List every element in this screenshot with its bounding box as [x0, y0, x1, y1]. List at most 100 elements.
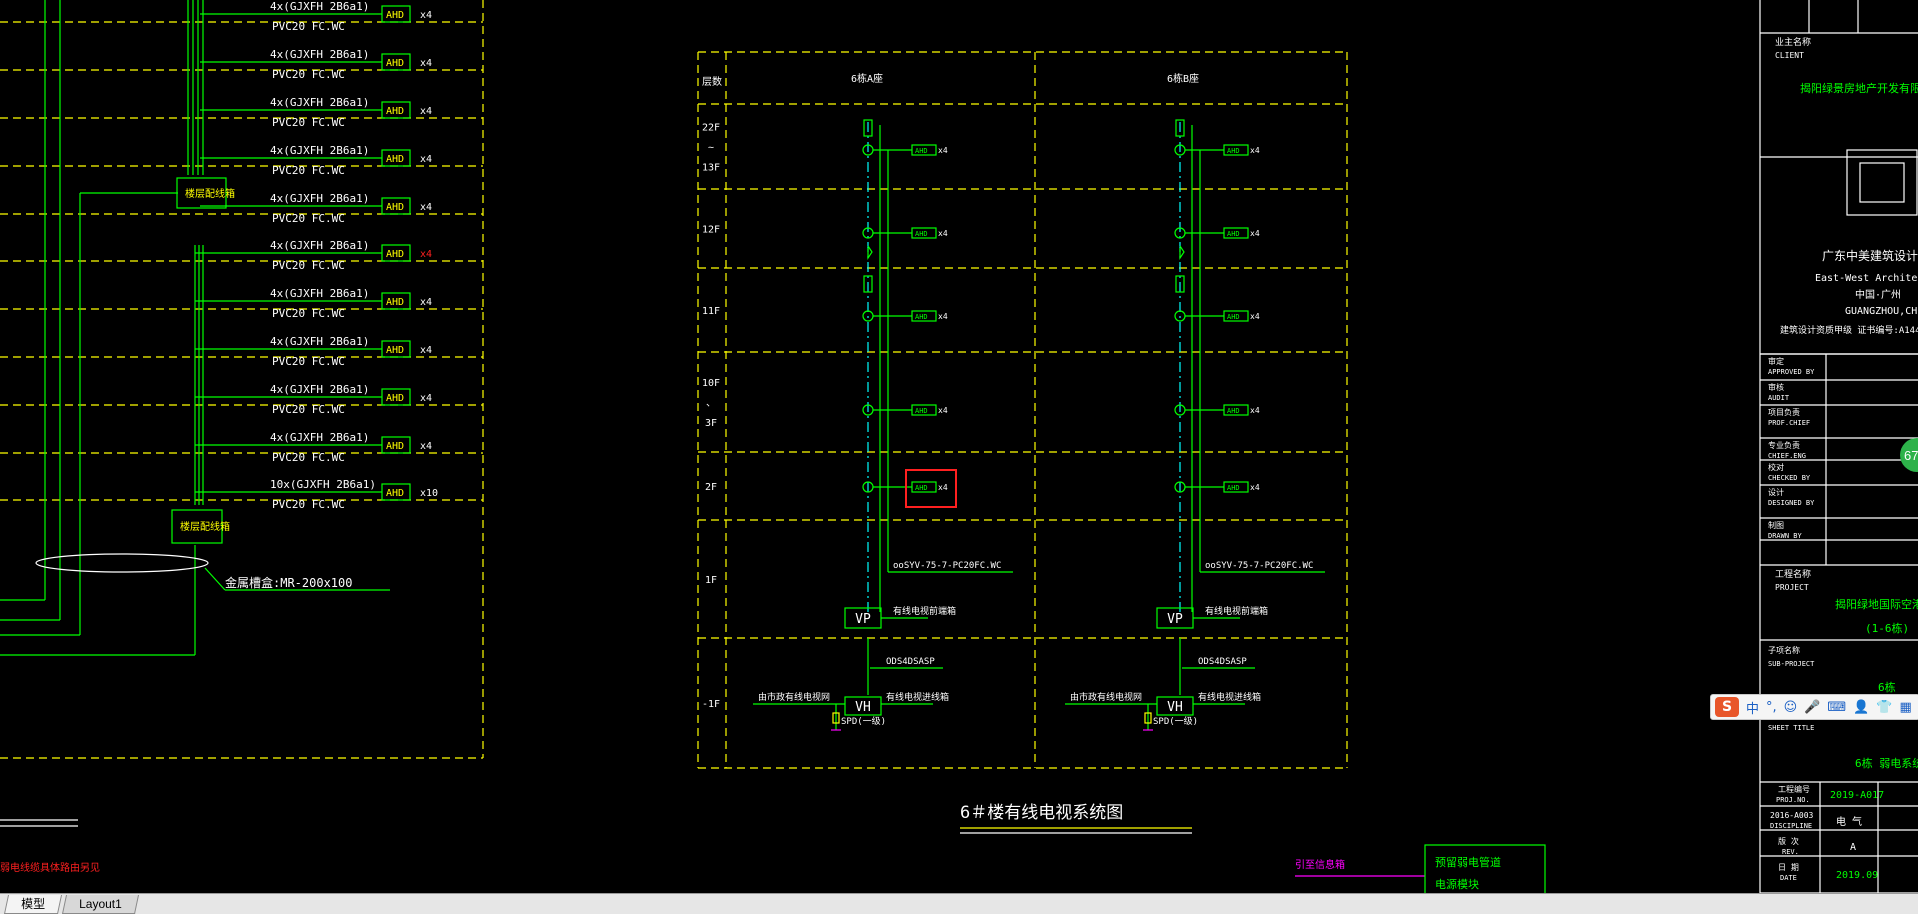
outlet-label: AHD: [915, 484, 928, 492]
conduit-label: PVC20 FC.WC: [272, 403, 345, 416]
vp-label: VP: [1167, 612, 1183, 627]
outlet-count: x4: [938, 229, 948, 238]
count-label: x4: [420, 202, 432, 213]
floor-box-label: 楼层配线箱: [185, 187, 235, 200]
tv-system-diagram: 层数 6栋A座 6栋B座 22F ~13F 12F 11F 10F 、 3F 2F 1F -1F AHD x…: [697, 51, 1348, 834]
rev-cn: 版 次: [1778, 836, 1799, 846]
role-en: AUDIT: [1768, 394, 1790, 402]
count-label: x10: [420, 488, 438, 499]
outlet-count: x4: [938, 146, 948, 155]
cad-drawing-canvas[interactable]: 4x(GJXFH 2B6a1) PVC20 FC.WC AHD x4 4x(GJXFH …: [0, 0, 1918, 896]
outlet-count: x4: [1250, 483, 1260, 492]
outlet-label: AHD: [915, 313, 928, 321]
cable-label: 4x(GJXFH 2B6a1): [270, 48, 369, 61]
outlet-label: AHD: [1227, 484, 1240, 492]
riser-cable-label: ooSYV-75-7-PC20FC.WC: [893, 561, 1001, 571]
count-label: x4: [420, 10, 432, 21]
microphone-icon[interactable]: 🎤: [1804, 700, 1820, 715]
outlet-label: AHD: [1227, 407, 1240, 415]
emoji-icon[interactable]: ☺: [1784, 700, 1798, 715]
outlet-label: AHD: [1227, 230, 1240, 238]
cable-label: 4x(GJXFH 2B6a1): [270, 144, 369, 157]
cable-label: 4x(GJXFH 2B6a1): [270, 192, 369, 205]
ahd-label: AHD: [386, 202, 404, 213]
project-range: (1-6栋): [1865, 621, 1909, 635]
vp-label: VP: [855, 612, 871, 627]
ahd-label: AHD: [386, 393, 404, 404]
skin-icon[interactable]: 👕: [1876, 700, 1892, 715]
city-cn: 中国·广州: [1855, 288, 1901, 301]
sogou-logo-icon[interactable]: S: [1715, 697, 1739, 717]
floor-label: 11F: [702, 306, 720, 317]
outlet-count: x4: [1250, 406, 1260, 415]
role-en: DRAWN BY: [1768, 532, 1803, 540]
project-en: PROJECT: [1775, 583, 1809, 592]
layout-tab-bar: 模型 Layout1: [0, 893, 1918, 914]
ime-toolbar[interactable]: S 中 °, ☺ 🎤 ⌨ 👤 👕 ▦: [1710, 694, 1918, 720]
role-cn: 专业负责: [1768, 440, 1800, 450]
outlet-label: AHD: [915, 230, 928, 238]
role-cn: 审定: [1768, 356, 1784, 366]
ahd-label: AHD: [386, 249, 404, 260]
discipline-code: 2016-A003: [1770, 811, 1814, 820]
conduit-label: PVC20 FC.WC: [272, 259, 345, 272]
floor-label: 2F: [705, 482, 717, 493]
count-label: x4: [420, 154, 432, 165]
count-label: x4: [420, 297, 432, 308]
outlet-count: x4: [938, 483, 948, 492]
ime-mode-chinese[interactable]: 中: [1746, 698, 1759, 717]
title-block: 业主名称 CLIENT 揭阳绿景房地产开发有限广东中美建筑设计院有 East-West…: [1759, 0, 1918, 894]
floor-label: 10F: [702, 378, 720, 389]
firm-logo-inner: [1859, 162, 1905, 203]
ahd-label: AHD: [386, 106, 404, 117]
tray-ellipse: [35, 553, 209, 573]
col2-header: 6栋B座: [1167, 72, 1199, 85]
city-en: GUANGZHOU,CHIN: [1845, 306, 1918, 317]
client-en: CLIENT: [1775, 51, 1804, 60]
conduit-label: PVC20 FC.WC: [272, 451, 345, 464]
floor-label: -1F: [702, 699, 720, 710]
conduit-label: PVC20 FC.WC: [272, 355, 345, 368]
ahd-label: AHD: [386, 10, 404, 21]
date-cn: 日 期: [1778, 863, 1799, 872]
user-icon[interactable]: 👤: [1853, 700, 1869, 715]
cert: 建筑设计资质甲级 证书编号:A144019021: [1780, 324, 1918, 336]
left-schematic: 4x(GJXFH 2B6a1) PVC20 FC.WC AHD x4 4x(GJXFH …: [0, 0, 484, 874]
tab-layout1[interactable]: Layout1: [61, 895, 139, 914]
count-label: x4: [420, 249, 432, 260]
firm-logo-icon: [1846, 149, 1918, 216]
punctuation-icon[interactable]: °,: [1766, 700, 1777, 715]
count-label: x4: [420, 58, 432, 69]
sheet-title-en: SHEET TITLE: [1768, 724, 1814, 732]
grid-icon[interactable]: ▦: [1900, 700, 1912, 715]
diagram-title: 6＃楼有线电视系统图: [960, 803, 1123, 823]
ahd-label: AHD: [386, 488, 404, 499]
legend-label: 引至信息箱: [1295, 858, 1345, 871]
vp-desc: 有线电视前端箱: [1205, 605, 1268, 617]
vh-label: VH: [1167, 700, 1183, 715]
tray-leader: [204, 567, 226, 591]
role-en: PROF.CHIEF: [1768, 419, 1810, 427]
floor-header: 层数: [702, 75, 722, 88]
discipline-en: DISCIPLINE: [1770, 822, 1812, 830]
outlet-label: AHD: [1227, 313, 1240, 321]
tab-model[interactable]: 模型: [3, 895, 63, 914]
cable-label: 4x(GJXFH 2B6a1): [270, 431, 369, 444]
cad-drawing: 4x(GJXFH 2B6a1) PVC20 FC.WC AHD x4 4x(GJXFH …: [0, 0, 1918, 896]
rev-en: REV.: [1782, 848, 1799, 856]
role-cn: 审核: [1768, 382, 1784, 392]
spd-label: SPD(一级): [1153, 715, 1198, 727]
role-en: CHIEF.ENG: [1768, 452, 1806, 460]
vh-desc: 有线电视进线箱: [1198, 691, 1261, 703]
client-name: 揭阳绿景房地产开发有限: [1800, 81, 1918, 95]
zigzag: [1179, 245, 1185, 260]
role-en: DESIGNED BY: [1768, 499, 1815, 507]
keyboard-icon[interactable]: ⌨: [1827, 700, 1846, 715]
cable-label: 4x(GJXFH 2B6a1): [270, 383, 369, 396]
conduit-label: PVC20 FC.WC: [272, 20, 345, 33]
client-cn: 业主名称: [1775, 36, 1811, 48]
role-cn: 制图: [1768, 520, 1784, 530]
floor-label: 1F: [705, 575, 717, 586]
outlet-label: AHD: [915, 407, 928, 415]
cable-label: 4x(GJXFH 2B6a1): [270, 0, 369, 13]
